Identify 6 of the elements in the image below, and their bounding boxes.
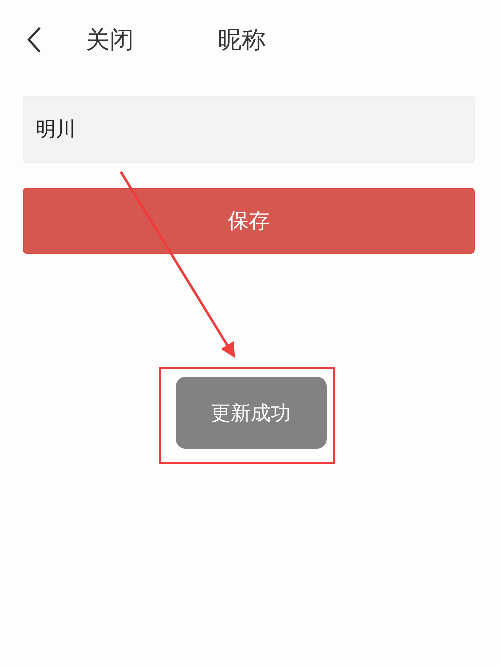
nickname-field[interactable]: 明川	[23, 96, 475, 163]
page-title: 昵称	[218, 25, 266, 56]
back-icon[interactable]	[25, 26, 43, 54]
toast: 更新成功	[176, 377, 326, 449]
close-link[interactable]: 关闭	[86, 24, 134, 56]
save-button[interactable]: 保存	[23, 188, 475, 254]
